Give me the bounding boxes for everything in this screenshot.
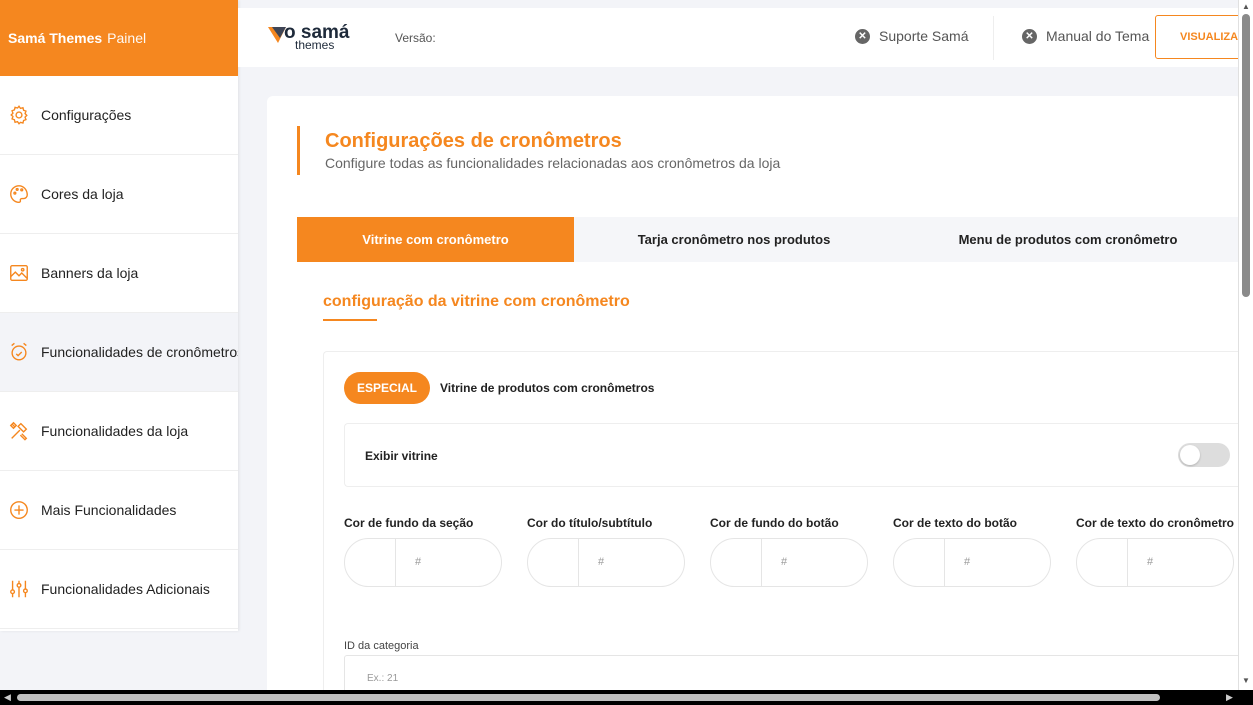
top-divider: [993, 16, 994, 60]
brand-suffix: Painel: [107, 30, 147, 46]
color-field-texto-cronometro: Cor de texto do cronômetro #: [1076, 516, 1236, 587]
color-field-titulo: Cor do título/subtítulo #: [527, 516, 687, 587]
sidebar-item-funcionalidades-adicionais[interactable]: Funcionalidades Adicionais: [0, 550, 238, 629]
tab-vitrine[interactable]: Vitrine com cronômetro: [297, 217, 574, 262]
sidebar-item-label: Funcionalidades de cronômetros: [41, 344, 238, 360]
vertical-scroll-thumb[interactable]: [1242, 14, 1250, 297]
color-field-fundo-secao: Cor de fundo da seção #: [344, 516, 504, 587]
manual-link[interactable]: ✕ Manual do Tema: [1022, 28, 1149, 44]
version-label: Versão:: [395, 31, 436, 45]
page-header: Configurações de cronômetros Configure t…: [297, 126, 780, 175]
support-link[interactable]: ✕ Suporte Samá: [855, 28, 969, 44]
gear-icon: [8, 104, 30, 126]
tools-icon: [8, 420, 30, 442]
manual-icon: ✕: [1022, 28, 1037, 44]
image-icon: [8, 262, 30, 284]
color-field-label: Cor de fundo da seção: [344, 516, 474, 530]
color-input[interactable]: #: [527, 538, 685, 587]
sidebar-item-label: Funcionalidades Adicionais: [41, 581, 210, 597]
color-input[interactable]: #: [344, 538, 502, 587]
toggle-label: Exibir vitrine: [365, 449, 438, 463]
sidebar-item-label: Mais Funcionalidades: [41, 502, 177, 518]
palette-icon: [8, 183, 30, 205]
sidebar-item-label: Cores da loja: [41, 186, 124, 202]
horizontal-scroll-thumb[interactable]: [17, 694, 1160, 701]
special-badge: ESPECIAL: [344, 372, 430, 404]
brand-header: Samá Themes Painel: [0, 0, 238, 76]
top-bar: o samá themes Versão: ✕ Suporte Samá ✕ M…: [238, 8, 1245, 67]
category-id-placeholder: Ex.: 21: [367, 673, 399, 684]
section-underline: [323, 319, 377, 321]
color-input[interactable]: #: [1076, 538, 1234, 587]
sidebar-item-label: Funcionalidades da loja: [41, 423, 189, 439]
color-field-label: Cor do título/subtítulo: [527, 516, 653, 530]
sidebar-item-label: Banners da loja: [41, 265, 139, 281]
horizontal-scrollbar[interactable]: ◀ ▶: [0, 690, 1238, 705]
tab-menu[interactable]: Menu de produtos com cronômetro: [894, 217, 1242, 262]
show-vitrine-toggle[interactable]: [1178, 443, 1230, 467]
section-title: configuração da vitrine com cronômetro: [323, 293, 630, 310]
show-vitrine-row: Exibir vitrine: [344, 423, 1244, 487]
sidebar-item-funcionalidades-loja[interactable]: Funcionalidades da loja: [0, 392, 238, 471]
toggle-knob: [1180, 445, 1200, 465]
panel-title: Vitrine de produtos com cronômetros: [440, 381, 655, 395]
scroll-left-icon[interactable]: ◀: [4, 692, 11, 703]
color-field-label: Cor de texto do botão: [893, 516, 1017, 530]
color-input[interactable]: #: [893, 538, 1051, 587]
category-id-label: ID da categoria: [344, 640, 419, 652]
scroll-right-icon[interactable]: ▶: [1226, 692, 1233, 703]
sidebar-item-cronometros[interactable]: Funcionalidades de cronômetros: [0, 313, 238, 392]
scroll-down-icon[interactable]: ▼: [1242, 676, 1250, 685]
sliders-icon: [8, 578, 30, 600]
vertical-scrollbar[interactable]: ▲ ▼: [1238, 0, 1253, 705]
page-subtitle: Configure todas as funcionalidades relac…: [325, 155, 781, 171]
alarm-clock-icon: [8, 341, 30, 363]
scrollbar-corner: [1238, 690, 1253, 705]
main-card: Configurações de cronômetros Configure t…: [267, 96, 1244, 705]
sidebar: Samá Themes Painel Configurações Cores d…: [0, 0, 238, 631]
tab-bar: Vitrine com cronômetro Tarja cronômetro …: [297, 217, 1242, 262]
sidebar-item-cores[interactable]: Cores da loja: [0, 155, 238, 234]
sidebar-item-label: Configurações: [41, 107, 132, 123]
sidebar-item-mais-funcionalidades[interactable]: Mais Funcionalidades: [0, 471, 238, 550]
plus-circle-icon: [8, 499, 30, 521]
visualize-button[interactable]: VISUALIZAR: [1155, 15, 1245, 59]
logo-text-bottom: themes: [295, 38, 334, 52]
support-label: Suporte Samá: [879, 28, 969, 44]
manual-label: Manual do Tema: [1046, 28, 1150, 44]
sama-logo: o samá themes: [268, 14, 358, 54]
scroll-up-icon[interactable]: ▲: [1242, 2, 1250, 11]
sidebar-item-configuracoes[interactable]: Configurações: [0, 76, 238, 155]
tab-tarja[interactable]: Tarja cronômetro nos produtos: [574, 217, 894, 262]
color-field-label: Cor de fundo do botão: [710, 516, 839, 530]
support-icon: ✕: [855, 28, 870, 44]
color-field-label: Cor de texto do cronômetro: [1076, 516, 1235, 530]
color-field-texto-botao: Cor de texto do botão #: [893, 516, 1053, 587]
sidebar-item-banners[interactable]: Banners da loja: [0, 234, 238, 313]
brand-name: Samá Themes: [8, 30, 103, 46]
color-input[interactable]: #: [710, 538, 868, 587]
vitrine-panel: ESPECIAL Vitrine de produtos com cronôme…: [323, 351, 1244, 705]
color-field-fundo-botao: Cor de fundo do botão #: [710, 516, 870, 587]
page-title: Configurações de cronômetros: [325, 130, 622, 152]
